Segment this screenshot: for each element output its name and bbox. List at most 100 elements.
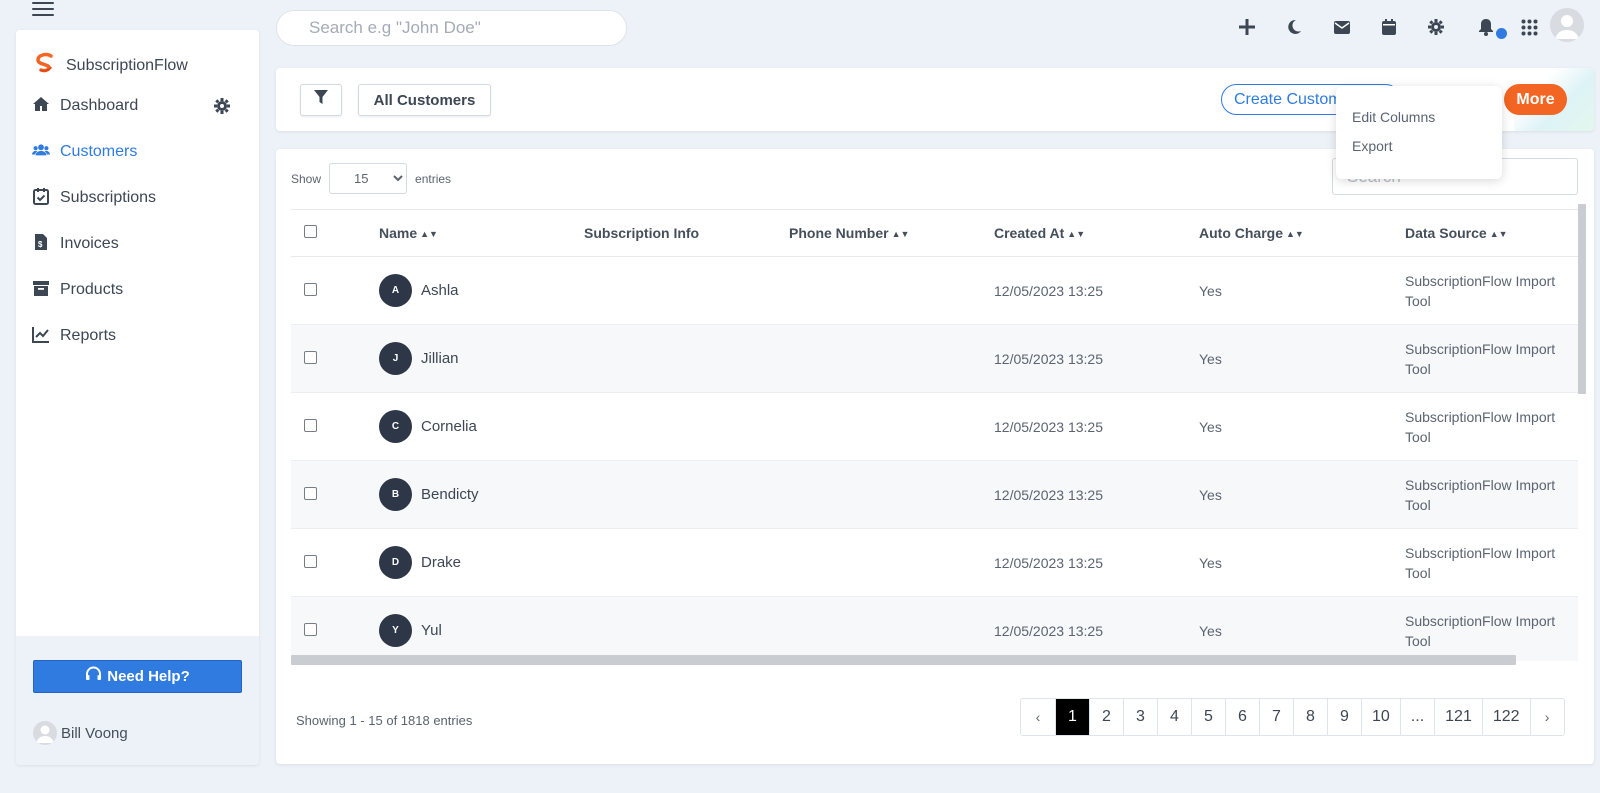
page-7-button[interactable]: 7 bbox=[1259, 699, 1293, 735]
data-source-text: SubscriptionFlow Import Tool bbox=[1405, 611, 1578, 651]
sidebar-item-products[interactable]: Products bbox=[32, 276, 247, 304]
hamburger-menu-icon[interactable] bbox=[32, 2, 54, 18]
column-header-data-source[interactable]: Data Source ▲▼ bbox=[1405, 209, 1578, 257]
table-row[interactable]: C Cornelia 12/05/2023 13:25 Yes Subscription… bbox=[291, 392, 1578, 461]
subscription-info-cell bbox=[584, 324, 789, 393]
settings-gear-icon[interactable] bbox=[1425, 16, 1447, 38]
svg-text:$: $ bbox=[38, 240, 43, 249]
current-user[interactable]: Bill Voong bbox=[33, 721, 128, 745]
row-checkbox[interactable] bbox=[304, 418, 317, 432]
customer-link[interactable]: D Drake bbox=[379, 546, 584, 579]
all-customers-view-button[interactable]: All Customers bbox=[358, 84, 491, 116]
entries-label: entries bbox=[415, 171, 452, 186]
data-source-line: Tool bbox=[1405, 564, 1431, 581]
table-row[interactable]: A Ashla 12/05/2023 13:25 Yes SubscriptionFlo… bbox=[291, 256, 1578, 325]
horizontal-scrollbar[interactable] bbox=[291, 655, 1516, 665]
phone-cell bbox=[789, 256, 994, 325]
user-avatar[interactable] bbox=[1550, 8, 1584, 42]
name-cell[interactable]: B Bendicty bbox=[379, 460, 584, 529]
sidebar-item-subscriptions[interactable]: Subscriptions bbox=[32, 184, 247, 212]
column-header-label: Subscription Info bbox=[584, 225, 700, 241]
apps-grid-icon[interactable] bbox=[1518, 16, 1540, 38]
page-9-button[interactable]: 9 bbox=[1327, 699, 1361, 735]
created-at-cell: 12/05/2023 13:25 bbox=[994, 596, 1199, 661]
row-checkbox[interactable] bbox=[304, 350, 317, 364]
customer-link[interactable]: Y Yul bbox=[379, 614, 584, 647]
subscription-info-cell bbox=[584, 528, 789, 597]
table-scroll-area: Name ▲▼ Subscription Info Phone Number ▲▼ … bbox=[291, 209, 1578, 661]
page-8-button[interactable]: 8 bbox=[1293, 699, 1327, 735]
customer-link[interactable]: J Jillian bbox=[379, 342, 584, 375]
filter-icon bbox=[314, 90, 328, 110]
bell-icon[interactable] bbox=[1475, 16, 1497, 38]
column-header-name[interactable]: Name ▲▼ bbox=[379, 209, 584, 257]
column-header-auto-charge[interactable]: Auto Charge ▲▼ bbox=[1199, 209, 1405, 257]
table-row[interactable]: Y Yul 12/05/2023 13:25 Yes SubscriptionFlow … bbox=[291, 596, 1578, 661]
row-checkbox[interactable] bbox=[304, 282, 317, 296]
row-checkbox[interactable] bbox=[304, 554, 317, 568]
table-row[interactable]: B Bendicty 12/05/2023 13:25 Yes Subscription… bbox=[291, 460, 1578, 529]
more-button[interactable]: More bbox=[1504, 84, 1567, 115]
dashboard-settings-gear-icon[interactable] bbox=[214, 98, 232, 116]
filter-button[interactable] bbox=[300, 84, 342, 116]
customers-table-card: Show 15 entries Name▲▼ Subscription Info… bbox=[276, 149, 1594, 764]
customer-avatar: B bbox=[379, 478, 412, 511]
row-select-cell bbox=[291, 528, 379, 597]
customer-link[interactable]: B Bendicty bbox=[379, 478, 584, 511]
entries-select[interactable]: 15 bbox=[329, 163, 408, 194]
name-cell[interactable]: J Jillian bbox=[379, 324, 584, 393]
calendar-icon[interactable] bbox=[1378, 16, 1400, 38]
phone-cell bbox=[789, 460, 994, 529]
customer-link[interactable]: A Ashla bbox=[379, 274, 584, 307]
page-122-button[interactable]: 122 bbox=[1481, 699, 1530, 735]
customer-name: Bendicty bbox=[421, 486, 479, 503]
export-menu-item[interactable]: Export bbox=[1336, 131, 1502, 160]
sidebar-item-label: Subscriptions bbox=[60, 189, 157, 206]
sidebar-item-label: Reports bbox=[60, 327, 117, 344]
customer-link[interactable]: C Cornelia bbox=[379, 410, 584, 443]
moon-icon[interactable] bbox=[1283, 16, 1305, 38]
name-cell[interactable]: A Ashla bbox=[379, 256, 584, 325]
name-cell[interactable]: C Cornelia bbox=[379, 392, 584, 461]
subscription-info-cell bbox=[584, 596, 789, 661]
page-3-button[interactable]: 3 bbox=[1123, 699, 1157, 735]
edit-columns-menu-item[interactable]: Edit Columns bbox=[1336, 102, 1502, 131]
data-source-text: SubscriptionFlow Import Tool bbox=[1405, 475, 1578, 515]
name-cell[interactable]: D Drake bbox=[379, 528, 584, 597]
row-checkbox[interactable] bbox=[304, 486, 317, 500]
data-source-cell: SubscriptionFlow Import Tool bbox=[1405, 256, 1578, 325]
data-source-cell: SubscriptionFlow Import Tool bbox=[1405, 392, 1578, 461]
page-5-button[interactable]: 5 bbox=[1191, 699, 1225, 735]
page-121-button[interactable]: 121 bbox=[1434, 699, 1482, 735]
vertical-scrollbar[interactable] bbox=[1578, 204, 1586, 394]
page-6-button[interactable]: 6 bbox=[1225, 699, 1259, 735]
customer-name: Drake bbox=[421, 554, 462, 571]
sidebar-item-reports[interactable]: Reports bbox=[32, 322, 247, 350]
sidebar-item-label: Dashboard bbox=[60, 97, 139, 114]
data-source-line: SubscriptionFlow Import bbox=[1405, 612, 1556, 629]
column-header-label: Created At bbox=[994, 225, 1065, 241]
select-all-checkbox[interactable] bbox=[304, 225, 317, 238]
sidebar-item-customers[interactable]: Customers bbox=[32, 138, 247, 166]
prev-page-button[interactable]: ‹ bbox=[1021, 699, 1055, 735]
brand[interactable]: SubscriptionFlow bbox=[34, 52, 188, 79]
need-help-button[interactable]: Need Help? bbox=[33, 660, 242, 693]
sidebar-item-invoices[interactable]: $ Invoices bbox=[32, 230, 247, 258]
name-cell[interactable]: Y Yul bbox=[379, 596, 584, 661]
plus-icon[interactable] bbox=[1236, 16, 1258, 38]
row-checkbox[interactable] bbox=[304, 622, 317, 636]
customers-table: Name ▲▼ Subscription Info Phone Number ▲▼ … bbox=[291, 209, 1578, 661]
page-4-button[interactable]: 4 bbox=[1157, 699, 1191, 735]
column-header-created-at[interactable]: Created At ▲▼ bbox=[994, 209, 1199, 257]
table-row[interactable]: D Drake 12/05/2023 13:25 Yes SubscriptionFlo… bbox=[291, 528, 1578, 597]
data-source-line: SubscriptionFlow Import bbox=[1405, 408, 1556, 425]
table-row[interactable]: J Jillian 12/05/2023 13:25 Yes SubscriptionF… bbox=[291, 324, 1578, 393]
page-1-button[interactable]: 1 bbox=[1055, 699, 1089, 735]
customer-avatar: Y bbox=[379, 614, 412, 647]
column-header-phone-number[interactable]: Phone Number ▲▼ bbox=[789, 209, 994, 257]
mail-icon[interactable] bbox=[1331, 16, 1353, 38]
next-page-button[interactable]: › bbox=[1529, 699, 1564, 735]
page-2-button[interactable]: 2 bbox=[1089, 699, 1123, 735]
page-10-button[interactable]: 10 bbox=[1361, 699, 1400, 735]
global-search-input[interactable] bbox=[276, 10, 627, 46]
